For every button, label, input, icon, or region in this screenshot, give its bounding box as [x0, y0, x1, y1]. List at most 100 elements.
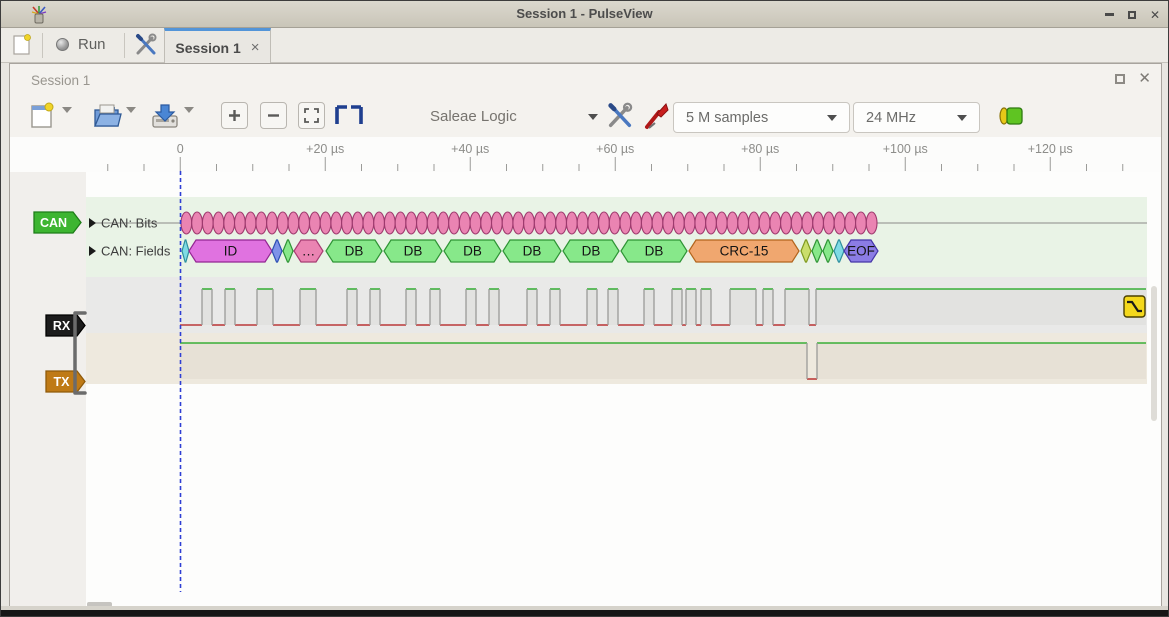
new-file-button[interactable]	[28, 102, 54, 135]
bit-annotation	[406, 212, 417, 234]
bit-annotation	[845, 212, 856, 234]
zoom-in-icon	[228, 109, 241, 122]
bit-annotation	[299, 212, 310, 234]
bit-annotation	[716, 212, 727, 234]
tab-session-1[interactable]: Session 1 ×	[164, 28, 271, 64]
channel-tag-can[interactable]: CAN	[34, 212, 81, 233]
bit-annotation	[695, 212, 706, 234]
bit-annotation	[759, 212, 770, 234]
channel-tag-rx[interactable]: RX	[46, 315, 85, 336]
bit-annotation	[727, 212, 738, 234]
bit-annotation	[256, 212, 267, 234]
open-file-dropdown[interactable]	[126, 113, 136, 131]
bit-annotation	[288, 212, 299, 234]
channel-tag-tx[interactable]: TX	[46, 371, 85, 392]
trigger-markers-button[interactable]	[334, 105, 364, 132]
bit-annotation	[438, 212, 449, 234]
probe-icon	[644, 102, 670, 130]
tx-signal	[180, 343, 1146, 379]
bit-annotation	[684, 212, 695, 234]
ruler-label: +120 µs	[1028, 142, 1073, 156]
zoom-out-button[interactable]	[260, 102, 287, 129]
signal-high-fill	[730, 289, 756, 325]
sample-count-combo[interactable]: 5 M samples	[673, 102, 850, 133]
ruler-label: +80 µs	[741, 142, 779, 156]
tab-close-icon[interactable]: ×	[251, 40, 260, 55]
bit-annotation	[566, 212, 577, 234]
sample-count-value: 5 M samples	[686, 110, 768, 126]
minimize-icon	[1105, 13, 1114, 16]
new-session-icon	[12, 33, 32, 57]
new-file-dropdown[interactable]	[62, 113, 72, 131]
signal-high-fill	[644, 289, 654, 325]
channel-tag-label: TX	[54, 375, 71, 389]
sample-rate-combo[interactable]: 24 MHz	[853, 102, 980, 133]
bit-annotation	[213, 212, 224, 234]
dock-close-icon[interactable]: ✕	[1138, 72, 1151, 86]
bit-annotation	[384, 212, 395, 234]
signal-high-fill	[202, 289, 212, 325]
add-decoder-button[interactable]	[998, 105, 1024, 132]
titlebar: Session 1 - PulseView ✕	[1, 1, 1168, 28]
bit-annotation	[427, 212, 438, 234]
chevron-down-icon	[184, 107, 194, 130]
device-config-button[interactable]	[606, 102, 634, 135]
signal-high-fill	[489, 289, 499, 325]
zoom-in-button[interactable]	[221, 102, 248, 129]
new-session-button[interactable]	[12, 33, 32, 57]
toolbar-separator	[124, 33, 125, 58]
open-folder-icon	[92, 102, 122, 130]
run-button[interactable]: Run	[56, 36, 106, 53]
sample-rate-value: 24 MHz	[866, 110, 916, 126]
ruler-label: 0	[177, 142, 184, 156]
minimize-button[interactable]	[1102, 8, 1116, 22]
bit-annotation	[235, 212, 246, 234]
device-select[interactable]: Saleae Logic	[430, 101, 598, 132]
bit-annotation	[363, 212, 374, 234]
dock-float-icon[interactable]	[1115, 74, 1125, 84]
signal-high-fill	[527, 289, 537, 325]
decoder-icon	[998, 105, 1024, 127]
session-toolbar: Saleae Logic 5 M s	[10, 96, 1161, 137]
chevron-down-icon	[957, 115, 967, 121]
settings-button[interactable]	[134, 33, 158, 57]
bit-annotation	[374, 212, 385, 234]
field-annotation-label: DB	[404, 244, 423, 259]
bit-annotation	[834, 212, 845, 234]
save-dropdown[interactable]	[184, 113, 194, 131]
save-button[interactable]	[150, 102, 180, 135]
toolbar-separator	[42, 33, 43, 58]
bit-annotation	[866, 212, 877, 234]
bit-annotation	[631, 212, 642, 234]
bit-annotation	[749, 212, 760, 234]
signal-high-fill	[347, 289, 357, 325]
channels-probe-button[interactable]	[644, 102, 670, 135]
trigger-badge[interactable]	[1124, 296, 1145, 317]
zoom-fit-button[interactable]	[298, 102, 325, 129]
decoder-row-background	[86, 197, 1147, 277]
maximize-button[interactable]	[1125, 8, 1139, 22]
open-file-button[interactable]	[92, 102, 122, 135]
bit-annotation	[577, 212, 588, 234]
ruler-label: +100 µs	[883, 142, 928, 156]
bit-annotation	[545, 212, 556, 234]
bit-annotation	[791, 212, 802, 234]
signal-high-fill	[701, 289, 711, 325]
trace-svg: 0+20 µs+40 µs+60 µs+80 µs+100 µs+120 µsI…	[10, 137, 1160, 607]
bit-annotation	[706, 212, 717, 234]
vertical-scrollbar-thumb[interactable]	[1151, 286, 1157, 421]
bit-annotation	[417, 212, 428, 234]
close-icon: ✕	[1150, 8, 1160, 22]
bit-annotation	[802, 212, 813, 234]
dock-title: Session 1	[31, 73, 90, 88]
close-button[interactable]: ✕	[1148, 8, 1162, 22]
can-bits-annotations	[181, 212, 877, 234]
signal-high-fill	[257, 289, 273, 325]
signal-high-fill	[370, 289, 380, 325]
chevron-down-icon	[62, 107, 72, 130]
field-annotation-label: DB	[463, 244, 482, 259]
bit-annotation	[524, 212, 535, 234]
signal-high-fill	[817, 343, 1146, 379]
tools-icon	[134, 33, 158, 57]
signal-high-fill	[550, 289, 560, 325]
